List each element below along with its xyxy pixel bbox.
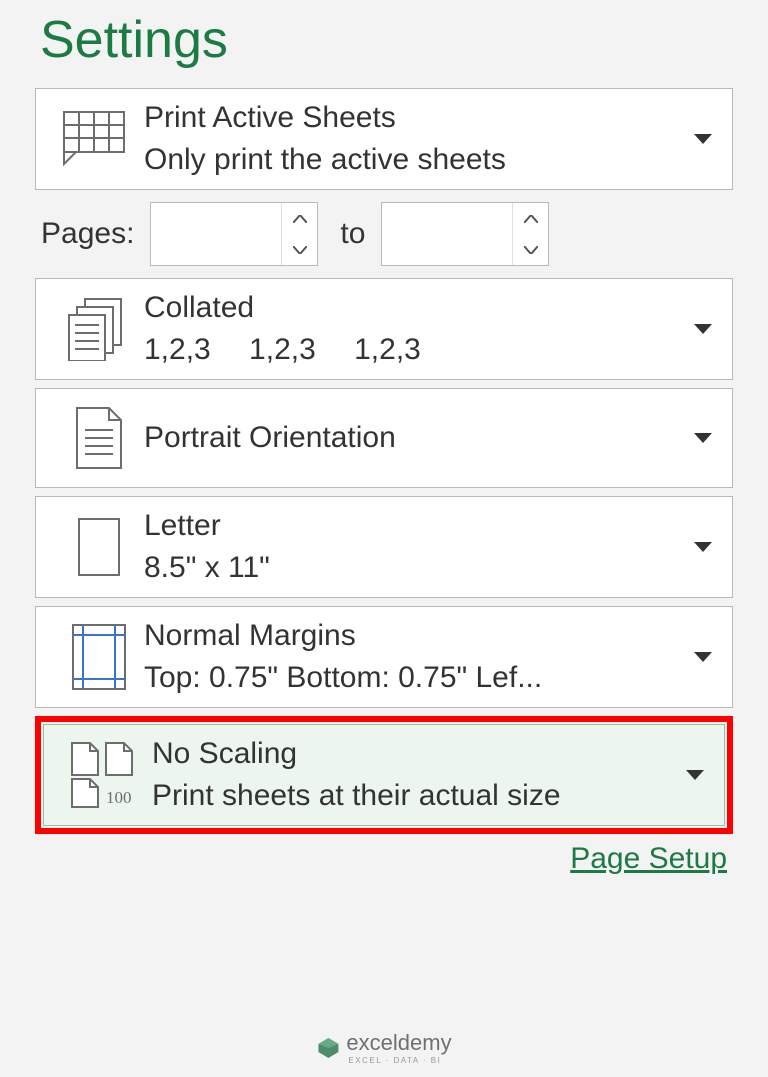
chevron-down-icon (692, 134, 714, 144)
paper-size-dropdown[interactable]: Letter 8.5" x 11" (35, 496, 733, 598)
pages-label: Pages: (35, 217, 134, 251)
chevron-down-icon (692, 433, 714, 443)
portrait-page-icon (54, 406, 144, 470)
sheets-icon (54, 111, 144, 167)
orientation-dropdown[interactable]: Portrait Orientation (35, 388, 733, 488)
pages-from-spinner[interactable] (150, 202, 318, 266)
pages-row: Pages: to (35, 198, 733, 270)
pages-to-spinner[interactable] (381, 202, 549, 266)
scaling-highlight: 100 No Scaling Print sheets at their act… (35, 716, 733, 834)
pages-to-input[interactable] (382, 203, 512, 265)
watermark: exceldemy EXCEL · DATA · BI (316, 1030, 451, 1065)
collate-sub: 1,2,3 1,2,3 1,2,3 (144, 329, 692, 371)
spin-down-icon[interactable] (282, 234, 317, 265)
collate-title: Collated (144, 291, 254, 324)
print-what-title: Print Active Sheets (144, 101, 396, 134)
page-outline-icon (54, 515, 144, 579)
chevron-down-icon (692, 542, 714, 552)
margins-sub: Top: 0.75" Bottom: 0.75" Lef... (144, 657, 692, 699)
pages-from-input[interactable] (151, 203, 281, 265)
paper-sub: 8.5" x 11" (144, 547, 692, 589)
spin-up-icon[interactable] (513, 203, 548, 234)
spin-up-icon[interactable] (282, 203, 317, 234)
pages-to-label: to (334, 217, 365, 251)
settings-heading: Settings (40, 10, 733, 70)
chevron-down-icon (692, 324, 714, 334)
margins-icon (54, 623, 144, 691)
scaling-icon: 100 (62, 741, 152, 809)
watermark-name: exceldemy (346, 1030, 451, 1056)
chevron-down-icon (692, 652, 714, 662)
print-what-sub: Only print the active sheets (144, 139, 692, 181)
svg-text:100: 100 (106, 788, 132, 807)
chevron-down-icon (684, 770, 706, 780)
print-what-dropdown[interactable]: Print Active Sheets Only print the activ… (35, 88, 733, 190)
collated-icon (54, 297, 144, 361)
collate-dropdown[interactable]: Collated 1,2,3 1,2,3 1,2,3 (35, 278, 733, 380)
scaling-title: No Scaling (152, 737, 297, 770)
scaling-dropdown[interactable]: 100 No Scaling Print sheets at their act… (43, 724, 725, 826)
orientation-title: Portrait Orientation (144, 421, 396, 454)
paper-title: Letter (144, 509, 221, 542)
margins-dropdown[interactable]: Normal Margins Top: 0.75" Bottom: 0.75" … (35, 606, 733, 708)
scaling-sub: Print sheets at their actual size (152, 775, 684, 817)
watermark-tag: EXCEL · DATA · BI (348, 1056, 451, 1065)
spin-down-icon[interactable] (513, 234, 548, 265)
margins-title: Normal Margins (144, 619, 356, 652)
page-setup-link[interactable]: Page Setup (570, 842, 727, 875)
watermark-logo-icon (316, 1036, 340, 1060)
